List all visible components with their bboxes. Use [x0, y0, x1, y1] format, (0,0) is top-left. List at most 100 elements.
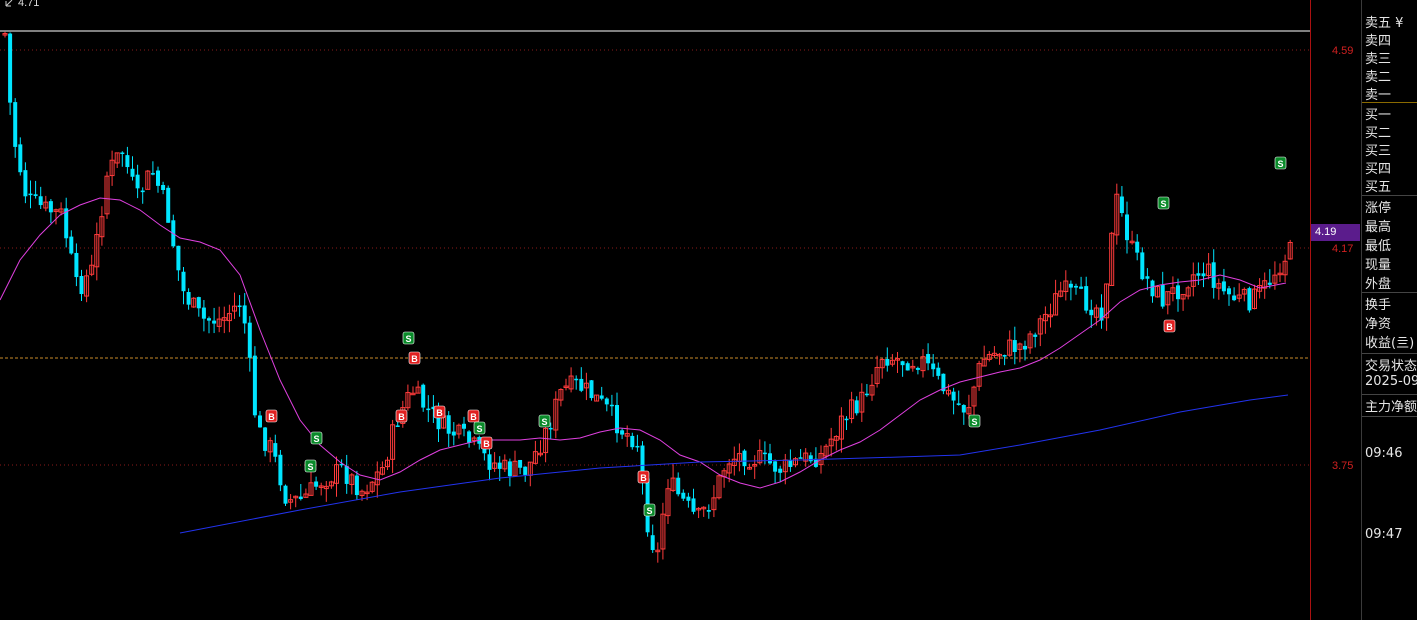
candle-body-138 [706, 510, 711, 512]
buy-4-label[interactable]: 买四 [1365, 158, 1391, 177]
svg-text:B: B [470, 412, 477, 422]
time-label-0947: 09:47 [1365, 527, 1403, 542]
candle-body-149 [762, 452, 767, 455]
candle-body-55 [283, 485, 288, 504]
sell-signal-marker[interactable]: S [1274, 156, 1287, 170]
candle-body-69 [354, 475, 359, 496]
candle-body-41 [212, 320, 217, 324]
svg-text:B: B [436, 408, 443, 418]
candle-body-156 [798, 457, 803, 459]
svg-text:B: B [640, 473, 647, 483]
candle-body-117 [599, 395, 604, 399]
top-price-arrow-icon [5, 0, 13, 7]
sell-3-label[interactable]: 卖三 [1365, 48, 1391, 67]
current-price-tag: 4.19 [1311, 224, 1360, 241]
svg-text:B: B [268, 412, 275, 422]
candle-body-107 [548, 427, 553, 430]
sell-signal-marker[interactable]: S [538, 414, 551, 428]
candle-body-38 [196, 297, 201, 309]
candle-body-27 [140, 190, 145, 193]
svg-text:S: S [405, 334, 411, 344]
candle-body-177 [905, 363, 910, 371]
candle-body-235 [1201, 273, 1206, 277]
sell-signal-marker[interactable]: S [402, 331, 415, 345]
buy-5-label[interactable]: 买五 [1365, 176, 1391, 195]
candle-body-53 [273, 443, 278, 457]
sell-5-label[interactable]: 卖五 ¥ [1365, 12, 1403, 31]
candle-body-77 [395, 425, 400, 427]
candle-body-239 [1221, 281, 1226, 292]
net-assets-label: 净资 [1365, 317, 1392, 332]
svg-text:B: B [398, 412, 405, 422]
buy-signal-marker[interactable]: B [1163, 319, 1176, 333]
buy-2-label[interactable]: 买二 [1365, 122, 1391, 141]
buy-signal-marker[interactable]: B [395, 409, 408, 423]
candle-body-200 [1023, 345, 1027, 350]
sell-signal-marker[interactable]: S [473, 421, 486, 435]
candle-body-67 [344, 465, 349, 484]
candle-body-220 [1125, 214, 1129, 241]
candle-body-4 [23, 170, 28, 197]
candle-body-169 [864, 393, 869, 396]
buy-signal-marker[interactable]: B [408, 351, 421, 365]
candle-body-150 [768, 453, 772, 464]
sell-signal-marker[interactable]: S [310, 431, 323, 445]
candle-body-54 [278, 454, 283, 486]
candle-body-212 [1084, 286, 1089, 311]
sell-signal-marker[interactable]: S [304, 459, 317, 473]
candle-body-196 [1002, 355, 1007, 357]
candle-body-211 [1079, 286, 1084, 289]
candle-body-132 [676, 477, 681, 495]
svg-text:S: S [476, 424, 482, 434]
turnover-label: 换手 [1365, 298, 1392, 313]
candle-body-30 [156, 170, 160, 186]
sell-signal-marker[interactable]: S [968, 414, 981, 428]
candle-body-209 [1068, 283, 1073, 288]
candle-body-219 [1119, 196, 1124, 214]
candle-body-241 [1232, 295, 1237, 301]
buy-signal-marker[interactable]: B [433, 405, 446, 419]
sell-signal-marker[interactable]: S [643, 503, 656, 517]
sell-1-label[interactable]: 卖一 [1365, 84, 1391, 103]
candle-body-151 [773, 461, 778, 472]
candle-body-167 [854, 400, 859, 414]
svg-text:S: S [307, 462, 313, 472]
price-axis-line [1310, 0, 1311, 620]
sell-2-label[interactable]: 卖二 [1365, 66, 1391, 85]
panel-divider-1 [1362, 195, 1417, 196]
candle-body-225 [1150, 280, 1155, 297]
candle-body-14 [74, 252, 79, 278]
svg-text:B: B [483, 439, 490, 449]
volume-label: 现量 [1365, 258, 1392, 273]
candle-body-40 [207, 318, 211, 321]
sell-signal-marker[interactable]: S [1157, 196, 1170, 210]
buy-1-label[interactable]: 买一 [1365, 104, 1391, 123]
candle-body-113 [579, 378, 584, 391]
buy-signal-marker[interactable]: B [637, 470, 650, 484]
order-book-divider [1362, 102, 1417, 103]
candle-body-87 [446, 415, 451, 434]
trade-status-label: 交易状态 [1365, 359, 1417, 374]
kline-chart-area[interactable]: BSSSBBBBSBSBSSSBS 4.71 [0, 0, 1310, 620]
candle-body-223 [1140, 252, 1145, 280]
buy-3-label[interactable]: 买三 [1365, 140, 1391, 159]
svg-text:S: S [1277, 159, 1283, 169]
sell-4-label[interactable]: 卖四 [1365, 30, 1391, 49]
svg-text:B: B [1166, 322, 1173, 332]
candle-body-176 [900, 361, 905, 366]
panel-divider-5 [1362, 416, 1417, 417]
candle-body-46 [237, 305, 242, 308]
kline-chart[interactable]: BSSSBB B BSBSBSSSBS [0, 0, 1310, 620]
buy-signal-marker[interactable]: B [480, 436, 493, 450]
candle-body-15 [79, 275, 84, 295]
buy-signal-marker[interactable]: B [467, 409, 480, 423]
low-label: 最低 [1365, 239, 1392, 254]
candle-body-1 [8, 33, 13, 103]
candle-body-99 [507, 461, 512, 477]
candle-body-49 [252, 355, 257, 416]
candle-body-186 [951, 391, 956, 401]
candle-body-234 [1196, 273, 1201, 276]
candle-body-61 [314, 481, 319, 487]
candle-body-118 [604, 398, 609, 405]
buy-signal-marker[interactable]: B [265, 409, 278, 423]
